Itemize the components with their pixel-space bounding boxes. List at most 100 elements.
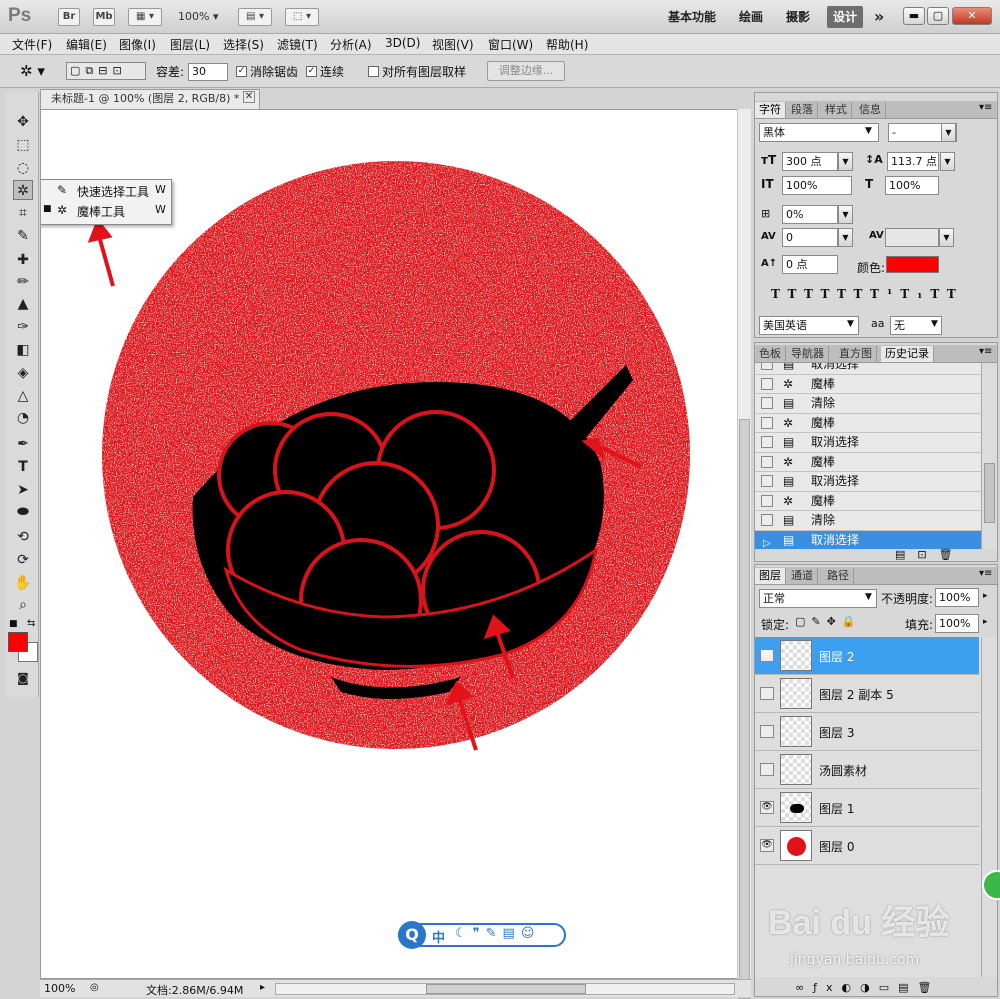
- leading-input[interactable]: 113.7 点: [887, 152, 939, 171]
- history-scrollbar[interactable]: [981, 363, 997, 549]
- history-item-selected[interactable]: ▷ ▤ 取消选择: [755, 530, 981, 549]
- tab-histogram[interactable]: 直方图: [835, 346, 877, 362]
- kerning-input[interactable]: 0: [782, 228, 838, 247]
- screen-mode-button[interactable]: ⬚ ▾: [285, 8, 319, 26]
- eye-icon[interactable]: 👁: [760, 649, 774, 662]
- 3d-rotate-tool-icon[interactable]: ⟲: [13, 527, 33, 547]
- history-snapshot-checkbox[interactable]: [761, 436, 773, 448]
- horizontal-scale-input[interactable]: 100%: [885, 176, 939, 195]
- blend-mode-select[interactable]: 正常: [759, 589, 877, 608]
- close-button[interactable]: ✕: [952, 7, 992, 25]
- history-snapshot-checkbox[interactable]: [761, 397, 773, 409]
- type-tool-icon[interactable]: T: [13, 457, 33, 477]
- eraser-tool-icon[interactable]: ◧: [13, 340, 33, 360]
- blur-tool-icon[interactable]: △: [13, 386, 33, 406]
- ime-tool-icons[interactable]: ☾❞✎▤☺: [455, 926, 540, 941]
- history-snapshot-checkbox[interactable]: [761, 455, 773, 468]
- document-canvas[interactable]: ✎ 快速选择工具 W ■ ✲ 魔棒工具 W Q 中 ☾❞✎▤☺: [40, 109, 751, 979]
- history-footer-icons[interactable]: ▤⊡🗑: [895, 548, 965, 561]
- swap-colors-icon[interactable]: ⇆: [27, 618, 35, 629]
- chevron-down-icon[interactable]: ▼: [838, 228, 853, 247]
- history-snapshot-checkbox[interactable]: [761, 475, 773, 487]
- menu-file[interactable]: 文件(F): [12, 36, 52, 53]
- layer-name[interactable]: 图层 1: [819, 800, 854, 817]
- menu-view[interactable]: 视图(V): [432, 36, 474, 53]
- layer-row-layer-2-copy-5[interactable]: 图层 2 副本 5: [755, 675, 979, 713]
- menu-window[interactable]: 窗口(W): [488, 36, 533, 53]
- menu-select[interactable]: 选择(S): [223, 36, 264, 53]
- view-extras-button[interactable]: ▦ ▾: [128, 8, 162, 26]
- lasso-tool-icon[interactable]: ◌: [13, 158, 33, 178]
- menu-3d[interactable]: 3D(D): [385, 36, 420, 50]
- baseline-shift-input[interactable]: 0 点: [782, 255, 838, 274]
- tsume-input[interactable]: 0%: [782, 205, 838, 224]
- canvas-vertical-scrollbar[interactable]: [737, 109, 751, 999]
- history-brush-tool-icon[interactable]: ✑: [13, 317, 33, 337]
- chevron-down-icon[interactable]: ▼: [838, 205, 853, 224]
- mini-bridge-button[interactable]: Mb: [93, 8, 115, 26]
- visibility-toggle-empty[interactable]: [760, 763, 774, 776]
- menu-layer[interactable]: 图层(L): [170, 36, 210, 53]
- sample-all-layers-checkbox[interactable]: [368, 66, 379, 77]
- dodge-tool-icon[interactable]: ◔: [13, 408, 33, 428]
- history-item[interactable]: ✲ 魔棒: [755, 414, 981, 433]
- fill-input[interactable]: 100%: [935, 614, 979, 633]
- tab-layers[interactable]: 图层: [755, 568, 786, 584]
- workspace-design[interactable]: 设计: [827, 6, 864, 28]
- history-snapshot-checkbox[interactable]: [761, 514, 773, 526]
- paint-bucket-tool-icon[interactable]: ◈: [13, 363, 33, 383]
- vertical-scale-input[interactable]: 100%: [782, 176, 852, 195]
- visibility-toggle-empty[interactable]: [760, 687, 774, 700]
- hand-tool-icon[interactable]: ✋: [13, 573, 33, 593]
- ime-toolbar[interactable]: Q 中 ☾❞✎▤☺: [398, 921, 566, 949]
- close-document-icon[interactable]: ✕: [243, 91, 255, 103]
- horizontal-scrollbar[interactable]: [275, 983, 735, 995]
- horizontal-scroll-thumb[interactable]: [426, 984, 586, 994]
- tab-navigator[interactable]: 导航器: [787, 346, 829, 362]
- fill-slider-arrow-icon[interactable]: ▸: [983, 617, 988, 627]
- magic-wand-tool-preset-icon[interactable]: ✲ ▾: [20, 62, 45, 80]
- marquee-tool-icon[interactable]: ⬚: [13, 135, 33, 155]
- tab-character[interactable]: 字符: [755, 102, 786, 118]
- flyout-magic-wand-item[interactable]: 魔棒工具: [77, 203, 125, 220]
- tab-swatches[interactable]: 色板: [755, 346, 786, 362]
- maximize-button[interactable]: ▢: [927, 7, 949, 25]
- workspace-essentials[interactable]: 基本功能: [662, 6, 722, 28]
- contiguous-checkbox[interactable]: ✓: [306, 66, 317, 77]
- eye-icon[interactable]: 👁: [760, 801, 774, 814]
- layers-scrollbar[interactable]: [981, 637, 997, 977]
- refine-edge-button[interactable]: 调整边缘...: [487, 61, 565, 81]
- menu-edit[interactable]: 编辑(E): [66, 36, 107, 53]
- layers-footer-icons[interactable]: ∞ƒx◐◑▭▤🗑: [795, 981, 941, 994]
- panel-menu-icon[interactable]: ▾≡: [979, 102, 992, 113]
- workspace-photography[interactable]: 摄影: [780, 6, 816, 28]
- shape-tool-icon[interactable]: ⬬: [13, 502, 33, 522]
- chevron-down-icon[interactable]: ▼: [941, 123, 956, 142]
- panel-menu-icon[interactable]: ▾≡: [979, 346, 992, 357]
- document-tab[interactable]: 未标题-1 @ 100% (图层 2, RGB/8) * ✕: [40, 89, 260, 109]
- layer-name[interactable]: 图层 0: [819, 838, 854, 855]
- chevron-down-icon[interactable]: ▼: [838, 152, 853, 171]
- arrange-documents-button[interactable]: ▤ ▾: [238, 8, 272, 26]
- layer-row-layer-3[interactable]: 图层 3: [755, 713, 979, 751]
- tab-styles[interactable]: 样式: [821, 102, 852, 118]
- tab-paragraph[interactable]: 段落: [787, 102, 818, 118]
- clone-stamp-tool-icon[interactable]: ▲: [13, 294, 33, 314]
- quick-mask-icon[interactable]: ◙: [13, 668, 33, 688]
- opacity-slider-arrow-icon[interactable]: ▸: [983, 591, 988, 601]
- magic-wand-tool-icon[interactable]: ✲: [13, 180, 33, 200]
- layer-row-tangyuan-material[interactable]: 汤圆素材: [755, 751, 979, 789]
- status-zoom[interactable]: 100%: [44, 982, 75, 995]
- lock-buttons[interactable]: ▢✎✥🔒: [795, 615, 862, 628]
- menu-help[interactable]: 帮助(H): [546, 36, 588, 53]
- menu-image[interactable]: 图像(I): [119, 36, 156, 53]
- bridge-button[interactable]: Br: [58, 8, 80, 26]
- history-scroll-thumb[interactable]: [984, 463, 995, 523]
- flyout-quick-selection-item[interactable]: 快速选择工具: [77, 183, 149, 200]
- workspace-painting[interactable]: 绘画: [733, 6, 769, 28]
- move-tool-icon[interactable]: ✥: [13, 112, 33, 132]
- menu-filter[interactable]: 滤镜(T): [277, 36, 318, 53]
- language-select[interactable]: 美国英语: [759, 316, 859, 335]
- tolerance-input[interactable]: 30: [188, 63, 228, 81]
- healing-brush-tool-icon[interactable]: ✚: [13, 250, 33, 270]
